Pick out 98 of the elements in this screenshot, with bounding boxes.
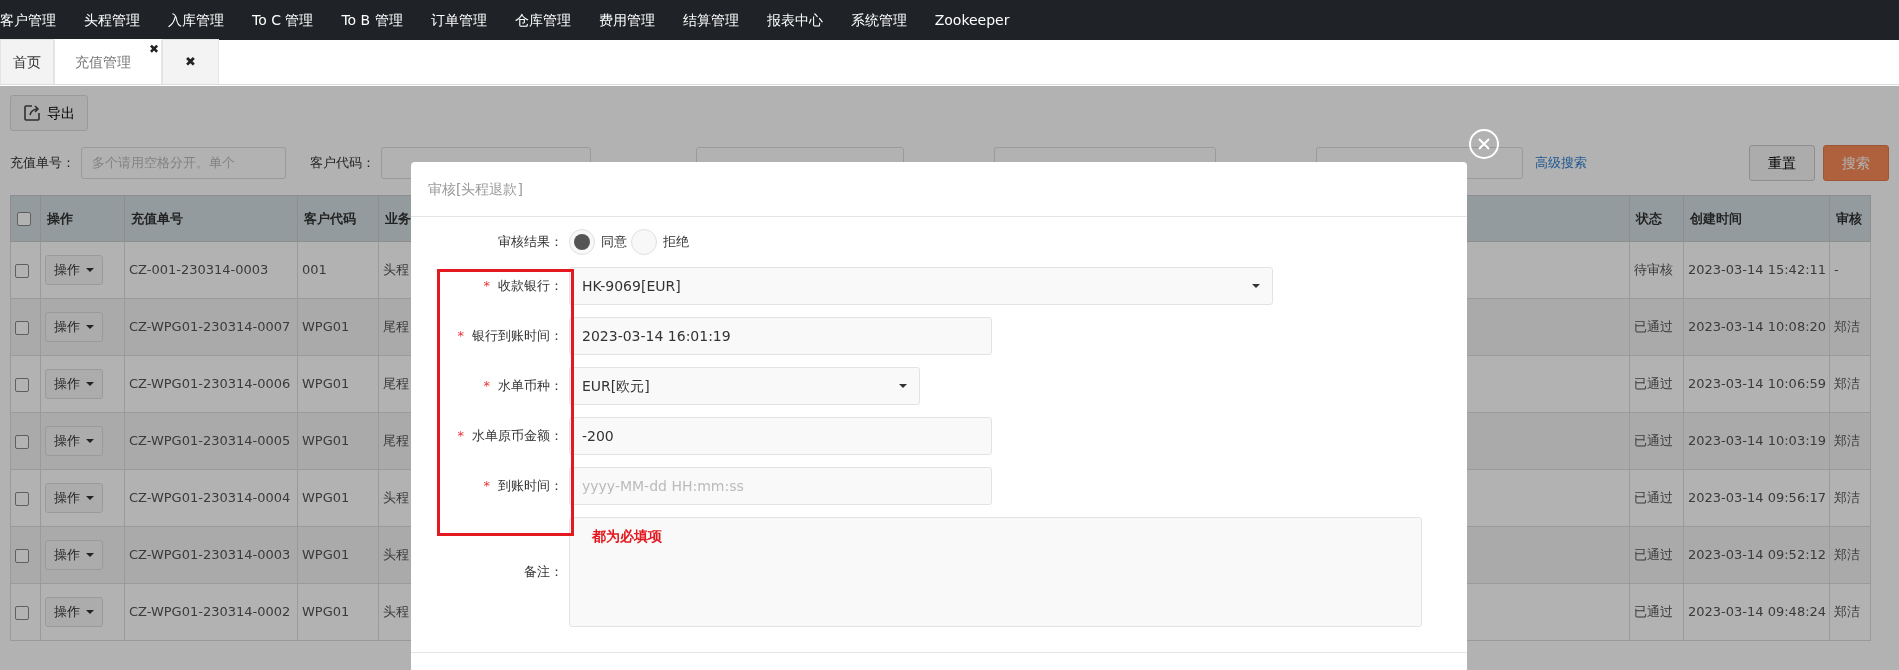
field-label: 银行到账时间： [472, 328, 563, 344]
table-cell: CZ-WPG01-230314-0007 [124, 298, 298, 356]
close-tab-button[interactable]: ✖ [148, 43, 159, 55]
table-cell: CZ-001-230314-0003 [124, 241, 298, 299]
menu-item[interactable]: 入库管理 [168, 9, 238, 31]
checkbox[interactable] [15, 548, 29, 563]
table-cell: 郑洁 [1829, 469, 1871, 527]
table-cell: 2023-03-14 10:06:59 [1683, 355, 1830, 413]
column-header: 充值单号 [124, 195, 298, 242]
table-cell: 001 [297, 241, 379, 299]
radio-button[interactable] [569, 229, 595, 255]
table-cell: - [1829, 241, 1871, 299]
close-icon[interactable] [1468, 128, 1500, 160]
export-icon [23, 104, 41, 122]
export-button[interactable]: 导出 [10, 95, 88, 131]
table-cell: CZ-WPG01-230314-0005 [124, 412, 298, 470]
table-cell: CZ-WPG01-230314-0004 [124, 469, 298, 527]
table-cell: 2023-03-14 15:42:11 [1683, 241, 1830, 299]
table-cell: 已通过 [1629, 412, 1684, 470]
required-asterisk: * [457, 428, 464, 444]
table-cell: WPG01 [297, 298, 379, 356]
input-field[interactable]: 2023-03-14 16:01:19 [569, 317, 992, 355]
close-all-tabs-button[interactable]: ✖ [162, 39, 219, 84]
menu-item[interactable]: 头程管理 [84, 9, 154, 31]
table-cell: 郑洁 [1829, 355, 1871, 413]
table-cell: 已通过 [1629, 583, 1684, 641]
menu-item[interactable]: 客户管理 [0, 9, 70, 31]
action-dropdown-button[interactable]: 操作 [45, 369, 103, 399]
table-cell: WPG01 [297, 355, 379, 413]
table-cell: WPG01 [297, 526, 379, 584]
checkbox[interactable] [15, 320, 29, 335]
action-dropdown-button[interactable]: 操作 [45, 312, 103, 342]
column-header: 创建时间 [1683, 195, 1830, 242]
menu-item[interactable]: Zookeeper [934, 9, 1024, 31]
annotation-text: 都为必填项 [592, 528, 662, 544]
action-dropdown-button[interactable]: 操作 [45, 483, 103, 513]
action-dropdown-button[interactable]: 操作 [45, 597, 103, 627]
column-header: 状态 [1629, 195, 1684, 242]
filter-label: 充值单号： [10, 154, 75, 173]
table-cell: CZ-WPG01-230314-0006 [124, 355, 298, 413]
table-cell: 已通过 [1629, 298, 1684, 356]
checkbox[interactable] [15, 263, 29, 278]
table-cell: 2023-03-14 09:48:24 [1683, 583, 1830, 641]
menu-item[interactable]: 订单管理 [430, 9, 501, 31]
menu-item[interactable]: 系统管理 [850, 9, 921, 31]
table-cell: 已通过 [1629, 526, 1684, 584]
table-cell: 2023-03-14 10:08:20 [1683, 298, 1830, 356]
table-cell: WPG01 [297, 469, 379, 527]
checkbox[interactable] [15, 491, 29, 506]
action-dropdown-button[interactable]: 操作 [45, 255, 103, 285]
field-label: 到账时间： [498, 478, 563, 494]
checkbox[interactable] [17, 212, 31, 227]
table-cell: WPG01 [297, 583, 379, 641]
menu-item[interactable]: 仓库管理 [514, 9, 585, 31]
advanced-search-link[interactable]: 高级搜索 [1535, 153, 1587, 173]
field-label: 水单币种： [498, 378, 563, 394]
checkbox[interactable] [15, 434, 29, 449]
select-field[interactable]: HK-9069[EUR] [569, 267, 1273, 305]
table-cell: 郑洁 [1829, 412, 1871, 470]
table-cell: 2023-03-14 09:56:17 [1683, 469, 1830, 527]
table-cell: 已通过 [1629, 355, 1684, 413]
required-asterisk: * [457, 328, 464, 344]
field-label: 备注： [523, 563, 564, 582]
filter-label: 客户代码： [310, 154, 375, 173]
reset-button[interactable]: 重置 [1749, 145, 1815, 181]
table-cell: 待审核 [1629, 241, 1684, 299]
column-header: 审核 [1829, 195, 1871, 242]
menu-item[interactable]: 报表中心 [766, 9, 837, 31]
column-header: 操作 [40, 195, 125, 242]
menu-item[interactable]: 费用管理 [598, 9, 669, 31]
tab[interactable]: 充值管理 ✖ [54, 39, 162, 84]
table-cell: CZ-WPG01-230314-0002 [124, 583, 298, 641]
table-cell: 2023-03-14 09:52:12 [1683, 526, 1830, 584]
checkbox[interactable] [15, 377, 29, 392]
text-area[interactable]: 都为必填项 [569, 517, 1422, 627]
action-dropdown-button[interactable]: 操作 [45, 540, 103, 570]
menu-item[interactable]: To C 管理 [252, 9, 328, 31]
table-cell: 郑洁 [1829, 298, 1871, 356]
required-asterisk: * [483, 278, 490, 294]
checkbox[interactable] [15, 605, 29, 620]
table-cell: WPG01 [297, 412, 379, 470]
field-label: 收款银行： [498, 278, 563, 294]
action-dropdown-button[interactable]: 操作 [45, 426, 103, 456]
input-field[interactable]: -200 [569, 417, 992, 455]
tab[interactable]: 首页 [0, 39, 54, 84]
column-header: 客户代码 [297, 195, 379, 242]
required-asterisk: * [483, 378, 490, 394]
table-cell: 2023-03-14 10:03:19 [1683, 412, 1830, 470]
radio-button[interactable] [631, 229, 657, 255]
required-asterisk: * [483, 478, 490, 494]
field-label: 水单原币金额： [472, 428, 563, 444]
menu-item[interactable]: 结算管理 [682, 9, 753, 31]
menu-item[interactable]: To B 管理 [341, 9, 417, 31]
table-cell: 郑洁 [1829, 583, 1871, 641]
select-field[interactable]: EUR[欧元] [569, 367, 920, 405]
table-cell: 郑洁 [1829, 526, 1871, 584]
table-cell: 已通过 [1629, 469, 1684, 527]
table-cell: CZ-WPG01-230314-0003 [124, 526, 298, 584]
